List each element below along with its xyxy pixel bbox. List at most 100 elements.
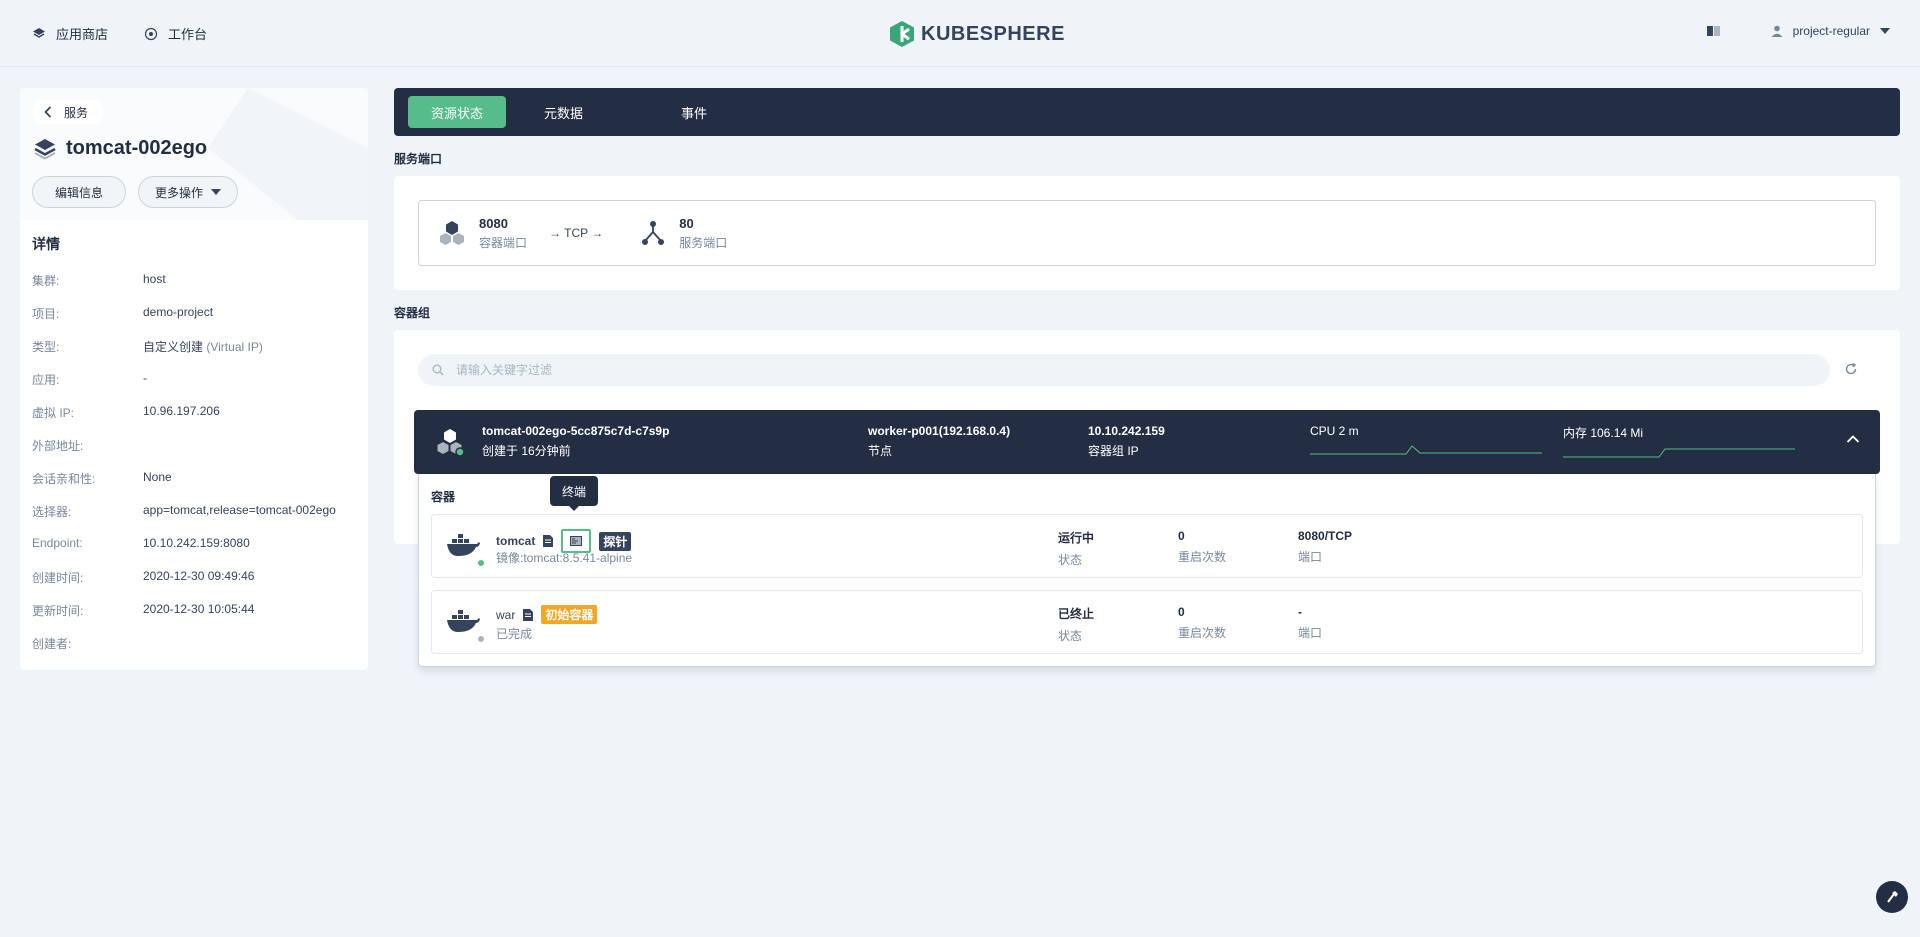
container-ports: - 端口 (1298, 605, 1322, 641)
top-nav: 应用商店 工作台 (32, 24, 207, 43)
pod-ip: 10.10.242.159 (1088, 424, 1165, 438)
logs-icon[interactable] (543, 535, 554, 547)
pod-search (418, 354, 1830, 386)
detail-value: 10.10.242.159:8080 (143, 536, 250, 550)
service-name: tomcat-002ego (66, 137, 208, 159)
detail-key: 更新时间: (32, 604, 84, 618)
edit-info-button[interactable]: 编辑信息 (32, 176, 127, 208)
service-port-icon (642, 221, 665, 245)
container-status: 运行中 状态 (1058, 529, 1094, 568)
pods-section-label: 容器组 (394, 306, 431, 320)
detail-row-external-address: 外部地址: (32, 437, 362, 470)
back-button[interactable]: 服务 (32, 100, 105, 124)
terminal-icon (570, 536, 583, 546)
container-port-label: 容器端口 (479, 235, 528, 250)
container-name: tomcat (496, 534, 536, 548)
port-mapping: 8080 容器端口 → TCP → 80 服务端口 (418, 200, 1876, 266)
more-actions-label: 更多操作 (155, 185, 204, 200)
chevron-up-icon[interactable] (1846, 434, 1860, 444)
user-menu[interactable]: project-regular (1771, 24, 1890, 38)
detail-value: 自定义创建 (143, 340, 204, 354)
edit-info-label: 编辑信息 (55, 185, 104, 200)
search-input[interactable] (456, 363, 1056, 377)
pod-cpu-col: CPU 2 m (1310, 424, 1542, 459)
detail-row-type: 类型: 自定义创建 (Virtual IP) (32, 338, 362, 371)
detail-value: None (143, 470, 172, 484)
restarts-label: 重启次数 (1178, 626, 1227, 640)
kubesphere-logo[interactable]: KUBESPHERE (889, 20, 1065, 48)
chevron-left-icon (44, 106, 52, 118)
pod-row[interactable]: tomcat-002ego-5cc875c7d-c7s9p 创建于 16分钟前 … (414, 410, 1880, 474)
container-state: 已完成 (496, 627, 533, 641)
ports-label: 端口 (1298, 550, 1323, 564)
detail-row-updated: 更新时间: 2020-12-30 10:05:44 (32, 602, 362, 635)
pod-name[interactable]: tomcat-002ego-5cc875c7d-c7s9p (482, 424, 669, 438)
chevron-down-icon (211, 189, 222, 195)
logs-icon[interactable] (523, 608, 534, 621)
pod-icon (436, 428, 466, 461)
workbench-icon (144, 27, 158, 40)
containers-panel: 容器 tomcat 探针 镜像:tomcat:8.5.41-alpine 运行中… (418, 474, 1876, 667)
container-port: 8080 容器端口 (439, 216, 527, 251)
nav-app-store-label: 应用商店 (56, 27, 109, 42)
detail-value: demo-project (143, 305, 214, 319)
service-icon (34, 138, 56, 160)
restarts-label: 重启次数 (1178, 550, 1227, 564)
container-port-icon (440, 221, 464, 245)
status-dot (477, 635, 485, 643)
details-list: 集群: host 项目: demo-project 类型: 自定义创建 (Virtua… (32, 272, 362, 668)
more-actions-button[interactable]: 更多操作 (138, 176, 239, 208)
tab-resource-status[interactable]: 资源状态 (408, 96, 507, 128)
detail-key: 创建时间: (32, 571, 84, 585)
nav-workbench[interactable]: 工作台 (144, 24, 207, 43)
pod-name-col: tomcat-002ego-5cc875c7d-c7s9p 创建于 16分钟前 (482, 424, 669, 459)
container-name-row: war 初始容器 (496, 605, 598, 624)
status-label: 状态 (1058, 629, 1083, 643)
container-ports: 8080/TCP 端口 (1298, 529, 1352, 565)
detail-key: 项目: (32, 307, 60, 321)
detail-row-app: 应用: - (32, 371, 362, 404)
detail-value: host (143, 272, 166, 286)
nav-workbench-label: 工作台 (168, 27, 208, 42)
container-restarts: 0 重启次数 (1178, 605, 1226, 641)
detail-row-endpoint: Endpoint: 10.10.242.159:8080 (32, 536, 362, 569)
docs-icon[interactable] (1706, 25, 1721, 37)
detail-key: 外部地址: (32, 439, 84, 453)
restarts-value: 0 (1178, 529, 1185, 543)
detail-row-cluster: 集群: host (32, 272, 362, 305)
container-image: 镜像:tomcat:8.5.41-alpine (496, 551, 633, 565)
detail-row-project: 项目: demo-project (32, 305, 362, 338)
status-value: 已终止 (1058, 607, 1095, 621)
container-row-war[interactable]: war 初始容器 已完成 已终止 状态 0 重启次数 - 端口 (431, 590, 1863, 654)
nav-app-store[interactable]: 应用商店 (32, 24, 108, 43)
service-port: 80 服务端口 (641, 216, 727, 251)
status-value: 运行中 (1058, 531, 1095, 545)
refresh-icon[interactable] (1844, 362, 1858, 376)
details-title: 详情 (32, 236, 60, 252)
container-status: 已终止 状态 (1058, 605, 1094, 644)
user-icon (1771, 25, 1783, 37)
protocol-arrow: → TCP → (549, 226, 604, 240)
toolbox-button[interactable] (1876, 881, 1908, 913)
pod-ip-col: 10.10.242.159 容器组 IP (1088, 424, 1165, 459)
detail-row-virtual-ip: 虚拟 IP: 10.96.197.206 (32, 404, 362, 437)
tab-metadata[interactable]: 元数据 (520, 96, 607, 128)
pod-cpu: CPU 2 m (1310, 424, 1359, 438)
detail-key: 类型: (32, 340, 60, 354)
docker-icon (447, 610, 480, 632)
container-row-tomcat[interactable]: tomcat 探针 镜像:tomcat:8.5.41-alpine 运行中 状态… (431, 514, 1863, 578)
back-label: 服务 (64, 105, 89, 120)
memory-sparkline (1563, 448, 1795, 458)
detail-key: Endpoint: (32, 536, 83, 550)
service-detail-card: 服务 tomcat-002ego 编辑信息 更多操作 详情 集群: host 项目… (20, 88, 368, 670)
ports-label: 端口 (1298, 626, 1323, 640)
detail-row-selector: 选择器: app=tomcat,release=tomcat-002ego (32, 503, 362, 536)
detail-value: 10.96.197.206 (143, 404, 220, 418)
tab-events[interactable]: 事件 (657, 96, 731, 128)
ports-value: - (1298, 605, 1302, 619)
brand-name: KUBESPHERE (921, 22, 1065, 45)
restarts-value: 0 (1178, 605, 1185, 619)
detail-row-session-affinity: 会话亲和性: None (32, 470, 362, 503)
app-store-icon (33, 27, 45, 38)
container-name: war (496, 607, 516, 622)
